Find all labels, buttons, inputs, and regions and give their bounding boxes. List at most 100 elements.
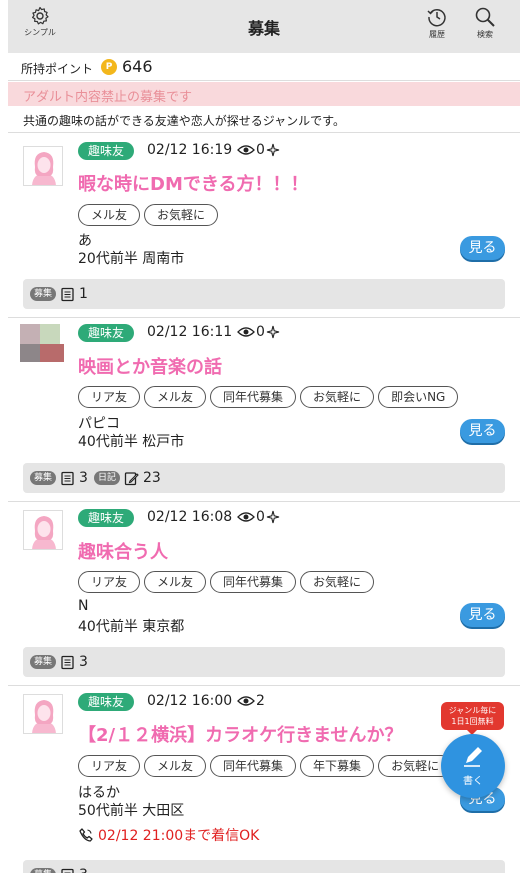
call-availability: 02/12 21:00まで着信OK (78, 825, 259, 845)
tag: お気軽に (300, 386, 375, 408)
recruit-list-icon (60, 655, 75, 670)
tag: お気軽に (144, 204, 219, 226)
views-count: 0 (237, 324, 280, 340)
recruit-list-icon (60, 287, 75, 302)
view-button[interactable]: 見る (460, 419, 505, 443)
post-date: 02/12 16:19 (147, 142, 233, 158)
genre-description: 共通の趣味の話ができる友達や恋人が探せるジャンルです。 (8, 106, 520, 133)
avatar-default-female[interactable] (23, 694, 63, 734)
recruit-count: 3 (79, 654, 88, 670)
eye-icon (237, 145, 255, 155)
mosaic-photo-icon (20, 324, 64, 362)
view-button[interactable]: 見る (460, 603, 505, 627)
tag: リア友 (78, 386, 141, 408)
post-card[interactable]: 趣味友 02/12 16:08 0 趣味合う人 リア友 メル友 同年代募集 お気… (8, 502, 520, 686)
post-title[interactable]: 暇な時にDMできる方！！！ (78, 170, 309, 196)
views-count: 2 (237, 693, 265, 709)
search-button[interactable]: 検索 (461, 6, 509, 48)
post-date: 02/12 16:00 (147, 693, 233, 709)
post-stats-bar[interactable]: 募集 3 日記 23 (23, 463, 505, 493)
views-count: 0 (237, 142, 280, 158)
view-button[interactable]: 見る (460, 236, 505, 260)
tag: 同年代募集 (210, 755, 297, 777)
sparkle-icon (266, 143, 280, 157)
tag: 同年代募集 (210, 386, 297, 408)
header-bar: シンプル 募集 履歴 検索 (8, 0, 520, 53)
post-stats-bar[interactable]: 募集 1 (23, 279, 505, 309)
avatar-default-female[interactable] (23, 146, 63, 186)
points-value: 646 (122, 57, 153, 76)
category-badge: 趣味友 (78, 693, 135, 711)
point-coin-icon: P (101, 59, 117, 75)
history-label: 履歴 (429, 30, 445, 39)
eye-icon (237, 512, 255, 522)
post-title[interactable]: 趣味合う人 (78, 538, 168, 564)
recruit-count: 1 (79, 286, 88, 302)
views-value: 0 (256, 142, 265, 158)
post-date: 02/12 16:08 (147, 509, 233, 525)
write-post-button[interactable]: 書く (441, 734, 505, 798)
recruit-list-icon (60, 868, 75, 873)
category-badge: 趣味友 (78, 509, 135, 527)
history-icon (427, 8, 446, 27)
category-badge: 趣味友 (78, 324, 135, 342)
points-row: 所持ポイント P 646 (8, 53, 520, 81)
views-value: 2 (256, 693, 265, 709)
tag: お気軽に (300, 571, 375, 593)
user-info: 40代前半 松戸市 (78, 434, 185, 450)
call-availability-text: 02/12 21:00まで着信OK (98, 828, 260, 844)
history-button[interactable]: 履歴 (413, 6, 461, 48)
views-value: 0 (256, 324, 265, 340)
tag-list: リア友 メル友 同年代募集 お気軽に 即会いNG (78, 386, 459, 408)
tag-list: メル友 お気軽に (78, 204, 219, 226)
user-info: 20代前半 周南市 (78, 251, 185, 267)
tag: メル友 (144, 755, 207, 777)
user-name: N (78, 598, 89, 614)
search-icon (475, 7, 495, 27)
tooltip-line-1: ジャンル毎に (448, 706, 497, 715)
diary-badge: 日記 (93, 471, 120, 485)
post-date: 02/12 16:11 (147, 324, 233, 340)
default-avatar-icon (32, 516, 56, 549)
pen-icon (464, 747, 482, 767)
post-card[interactable]: 趣味友 02/12 16:19 0 暇な時にDMできる方！！！ メル友 お気軽に… (8, 140, 520, 318)
user-name: あ (78, 233, 92, 249)
views-value: 0 (256, 509, 265, 525)
recruit-list-icon (60, 471, 75, 486)
free-post-tooltip: ジャンル毎に 1日1回無料 (441, 702, 504, 735)
recruit-badge: 募集 (30, 655, 57, 669)
recruit-count: 3 (79, 867, 88, 873)
tag: リア友 (78, 755, 141, 777)
eye-icon (237, 696, 255, 706)
post-title[interactable]: 映画とか音楽の話 (78, 353, 222, 379)
app-screen: シンプル 募集 履歴 検索 所持ポイント P 646 アダルト内容禁止の募集です… (8, 0, 520, 873)
default-avatar-icon (32, 700, 56, 733)
post-card[interactable]: 趣味友 02/12 16:11 0 映画とか音楽の話 リア友 メル友 同年代募集… (8, 318, 520, 502)
recruit-badge: 募集 (30, 868, 57, 873)
tag: 即会いNG (378, 386, 459, 408)
search-label: 検索 (477, 30, 493, 39)
diary-count: 23 (142, 470, 161, 486)
user-info: 50代前半 大田区 (78, 803, 185, 819)
recruit-count: 3 (79, 470, 88, 486)
points-label: 所持ポイント (21, 62, 94, 76)
adult-content-warning: アダルト内容禁止の募集です (8, 82, 520, 106)
phone-icon (79, 828, 93, 842)
tag: リア友 (78, 571, 141, 593)
recruit-badge: 募集 (30, 471, 57, 485)
user-name: はるか (78, 785, 120, 801)
post-title[interactable]: 【2/１２横浜】カラオケ行きませんか？ (78, 721, 403, 747)
post-stats-bar[interactable]: 募集 3 (23, 860, 505, 873)
sparkle-icon (266, 510, 280, 524)
tag: メル友 (78, 204, 141, 226)
tag-list: リア友 メル友 同年代募集 お気軽に (78, 571, 375, 593)
post-stats-bar[interactable]: 募集 3 (23, 647, 505, 677)
write-label: 書く (463, 776, 483, 787)
category-badge: 趣味友 (78, 142, 135, 160)
tag: メル友 (144, 571, 207, 593)
eye-icon (237, 327, 255, 337)
tag: 同年代募集 (210, 571, 297, 593)
avatar-default-female[interactable] (23, 510, 63, 550)
avatar-photo[interactable] (20, 318, 64, 362)
tooltip-line-2: 1日1回無料 (451, 717, 494, 726)
